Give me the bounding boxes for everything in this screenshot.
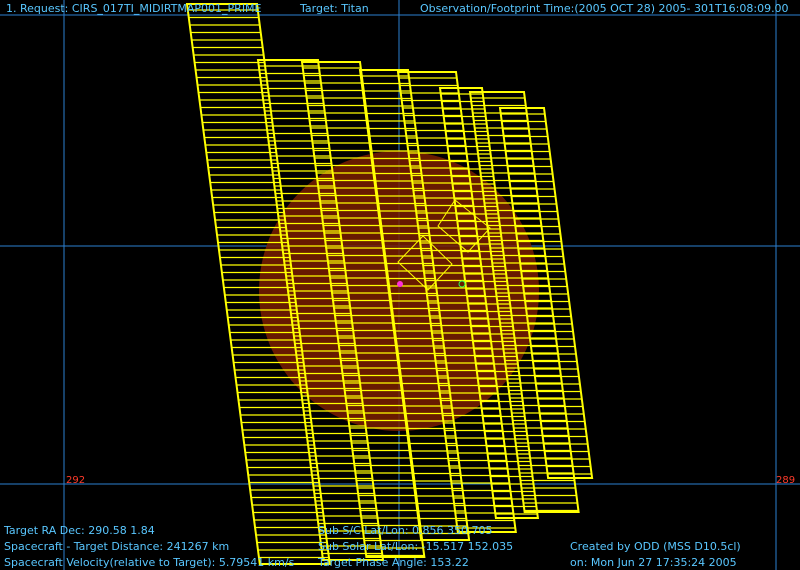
phase-angle: Target Phase Angle: 153.22 xyxy=(318,556,469,569)
axis-label-right: 289 xyxy=(776,475,796,486)
footprint-plot xyxy=(0,0,800,570)
spacecraft-distance: Spacecraft - Target Distance: 241267 km xyxy=(4,540,230,553)
observation-viewer: 1. Request: CIRS_017TI_MIDIRTMAP001_PRIM… xyxy=(0,0,800,570)
observation-time: Observation/Footprint Time:(2005 OCT 28)… xyxy=(420,2,789,15)
spacecraft-velocity: Spacecraft Velocity(relative to Target):… xyxy=(4,556,295,569)
request-title: 1. Request: CIRS_017TI_MIDIRTMAP001_PRIM… xyxy=(6,2,262,15)
target-center-dot xyxy=(397,281,403,287)
sub-spacecraft-latlon: Sub S/C Lat/Lon: 0.856 350.705 xyxy=(318,524,493,537)
axis-label-left: 292 xyxy=(66,475,86,486)
created-on: on: Mon Jun 27 17:35:24 2005 xyxy=(570,556,737,569)
target-ra-dec: Target RA Dec: 290.58 1.84 xyxy=(4,524,155,537)
target-name: Target: Titan xyxy=(300,2,369,15)
sub-solar-latlon: Sub Solar Lat/Lon: -15.517 152.035 xyxy=(318,540,514,553)
created-by: Created by ODD (MSS D10.5cl) xyxy=(570,540,741,553)
